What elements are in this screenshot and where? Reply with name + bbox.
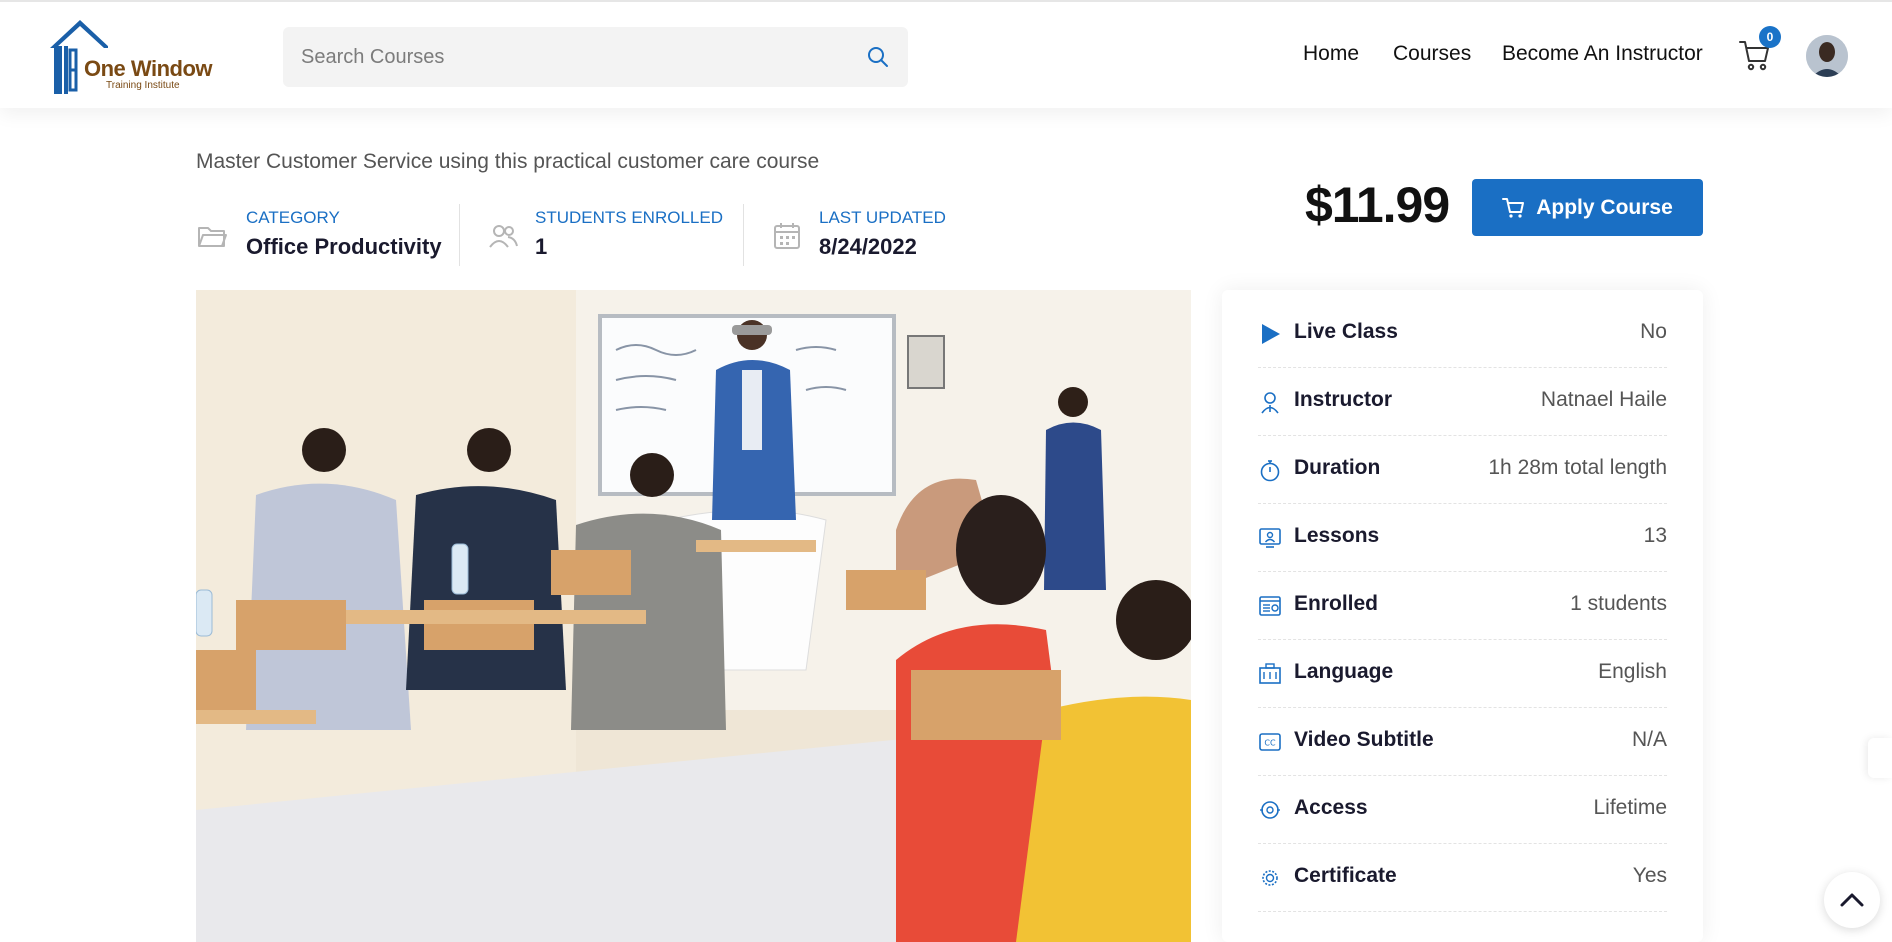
meta-category: CATEGORY Office Productivity	[196, 206, 442, 266]
user-avatar[interactable]	[1806, 35, 1848, 77]
detail-label: Language	[1294, 660, 1394, 683]
search-box	[283, 27, 908, 87]
students-label: STUDENTS ENROLLED	[535, 208, 723, 227]
logo[interactable]: One Window Training Institute	[48, 18, 213, 96]
detail-label: Access	[1294, 796, 1368, 819]
course-details-card: Live Class No Instructor Natnael Haile D…	[1222, 290, 1703, 942]
course-image	[196, 290, 1191, 942]
stopwatch-icon	[1260, 460, 1280, 482]
detail-value[interactable]: Natnael Haile	[1541, 388, 1667, 412]
detail-row-access: Access Lifetime	[1258, 776, 1667, 844]
instructor-icon	[1261, 392, 1279, 414]
meta-students: STUDENTS ENROLLED 1	[487, 206, 737, 266]
nav-home[interactable]: Home	[1303, 42, 1359, 66]
site-header: One Window Training Institute Home Cours…	[0, 0, 1892, 108]
subtitle-cc-icon: CC	[1259, 733, 1281, 751]
detail-label: Duration	[1294, 456, 1381, 479]
detail-row-enrolled: Enrolled 1 students	[1258, 572, 1667, 640]
detail-value: 13	[1643, 524, 1667, 547]
detail-label: Video Subtitle	[1294, 728, 1434, 751]
certificate-icon	[1262, 870, 1278, 886]
detail-value: N/A	[1631, 728, 1667, 751]
detail-row-duration: Duration 1h 28m total length	[1258, 436, 1667, 504]
detail-value: Yes	[1632, 864, 1667, 887]
meta-divider	[459, 204, 460, 266]
svg-text:CC: CC	[1264, 739, 1276, 748]
access-icon	[1260, 801, 1280, 819]
folder-icon	[198, 227, 227, 247]
last-updated-label: LAST UPDATED	[819, 208, 946, 227]
detail-row-language: Language English	[1258, 640, 1667, 708]
enrolled-icon	[1259, 596, 1281, 616]
apply-course-button[interactable]: Apply Course	[1472, 179, 1703, 236]
detail-label: Live Class	[1294, 320, 1398, 343]
detail-label: Instructor	[1294, 388, 1393, 411]
last-updated-value: 8/24/2022	[819, 234, 917, 259]
logo-title: One Window	[84, 56, 213, 81]
category-value[interactable]: Office Productivity	[246, 234, 442, 260]
detail-row-instructor: Instructor Natnael Haile	[1258, 368, 1667, 436]
lessons-icon	[1259, 528, 1281, 548]
students-value: 1	[535, 234, 548, 259]
chevron-up-icon	[1840, 893, 1864, 907]
apply-course-label: Apply Course	[1536, 195, 1673, 219]
detail-label: Enrolled	[1294, 592, 1379, 615]
detail-label: Lessons	[1294, 524, 1380, 547]
search-icon[interactable]	[866, 45, 890, 69]
detail-row-live-class: Live Class No	[1258, 300, 1667, 368]
play-icon	[1262, 324, 1280, 344]
nav-courses[interactable]: Courses	[1393, 42, 1471, 66]
detail-row-certificate: Certificate Yes	[1258, 844, 1667, 912]
avatar-image	[1806, 35, 1848, 77]
users-icon	[489, 225, 518, 248]
logo-subtitle: Training Institute	[106, 80, 180, 91]
detail-value: English	[1598, 660, 1667, 683]
calendar-icon	[774, 223, 800, 249]
detail-row-video-subtitle: CC Video Subtitle N/A	[1258, 708, 1667, 776]
nav-become-instructor[interactable]: Become An Instructor	[1502, 42, 1703, 66]
detail-value: Lifetime	[1593, 796, 1667, 819]
cart-count-badge: 0	[1759, 26, 1781, 48]
course-price: $11.99	[1305, 177, 1450, 233]
detail-value: 1h 28m total length	[1488, 456, 1667, 479]
course-subtitle: Master Customer Service using this pract…	[196, 150, 820, 173]
meta-divider	[743, 204, 744, 266]
detail-value: No	[1640, 320, 1667, 343]
meta-last-updated: LAST UPDATED 8/24/2022	[771, 206, 971, 266]
search-input[interactable]	[301, 27, 841, 87]
category-label: CATEGORY	[246, 208, 340, 227]
cart-icon	[1502, 197, 1525, 218]
detail-value: 1 students	[1570, 592, 1667, 615]
side-panel-tab[interactable]	[1868, 738, 1892, 778]
detail-row-lessons: Lessons 13	[1258, 504, 1667, 572]
language-icon	[1259, 663, 1281, 684]
detail-label: Certificate	[1294, 864, 1397, 887]
scroll-to-top-button[interactable]	[1824, 872, 1880, 928]
classroom-photo	[196, 290, 1191, 942]
